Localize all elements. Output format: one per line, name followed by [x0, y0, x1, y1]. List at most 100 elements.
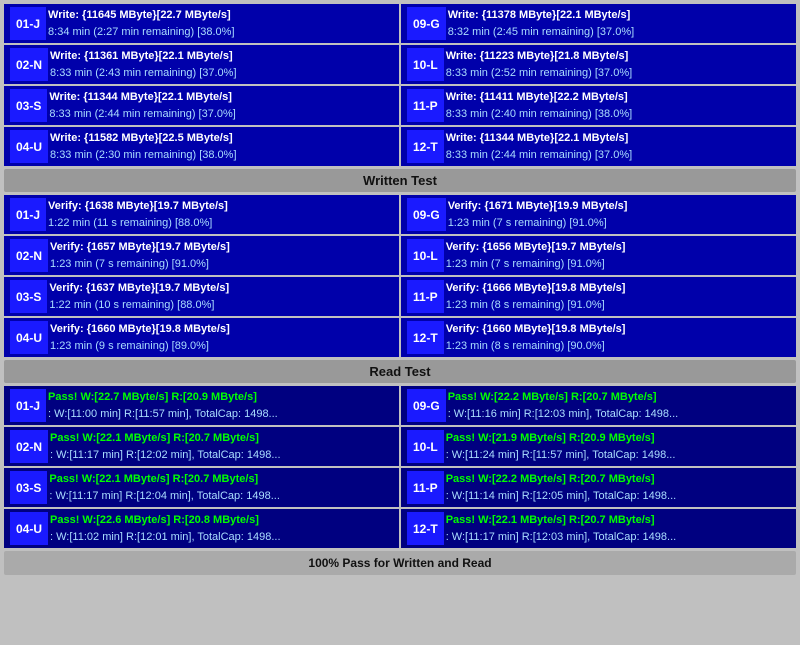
cell-line2: 8:33 min (2:40 min remaining) [38.0%]: [446, 106, 790, 123]
cell-line1: Verify: {1666 MByte}[19.8 MByte/s]: [446, 280, 790, 297]
cell-line2: 8:33 min (2:44 min remaining) [37.0%]: [446, 147, 790, 164]
cell-id-label: 11-P: [407, 471, 444, 504]
cell-content: Write: {11344 MByte}[22.1 MByte/s]8:33 m…: [49, 89, 393, 122]
cell-line1: Write: {11223 MByte}[21.8 MByte/s]: [446, 48, 790, 65]
cell-id-label: 12-T: [407, 512, 444, 545]
grid-cell: 10-LVerify: {1656 MByte}[19.7 MByte/s]1:…: [401, 236, 796, 275]
cell-id-label: 09-G: [407, 389, 446, 422]
cell-id-label: 10-L: [407, 239, 444, 272]
cell-content: Pass! W:[22.6 MByte/s] R:[20.8 MByte/s]:…: [50, 512, 393, 545]
cell-line2: 8:33 min (2:52 min remaining) [37.0%]: [446, 65, 790, 82]
cell-content: Pass! W:[22.2 MByte/s] R:[20.7 MByte/s]:…: [446, 471, 790, 504]
verify-section: 01-JVerify: {1638 MByte}[19.7 MByte/s] 1:…: [4, 195, 796, 383]
cell-line1: Write: {11344 MByte}[22.1 MByte/s]: [446, 130, 790, 147]
cell-id-label: 11-P: [407, 280, 444, 313]
cell-line1: Write: {11344 MByte}[22.1 MByte/s]: [49, 89, 393, 106]
grid-cell: 10-LWrite: {11223 MByte}[21.8 MByte/s]8:…: [401, 45, 796, 84]
cell-id-label: 02-N: [10, 430, 48, 463]
cell-line1: Verify: {1638 MByte}[19.7 MByte/s]: [48, 198, 393, 215]
cell-line2: 8:33 min (2:43 min remaining) [37.0%]: [50, 65, 393, 82]
cell-line2: 8:33 min (2:30 min remaining) [38.0%]: [50, 147, 393, 164]
grid-cell: 02-NVerify: {1657 MByte}[19.7 MByte/s]1:…: [4, 236, 399, 275]
cell-line1: Verify: {1657 MByte}[19.7 MByte/s]: [50, 239, 393, 256]
grid-cell: 04-UVerify: {1660 MByte}[19.8 MByte/s]1:…: [4, 318, 399, 357]
cell-content: Verify: {1657 MByte}[19.7 MByte/s]1:23 m…: [50, 239, 393, 272]
cell-content: Pass! W:[22.1 MByte/s] R:[20.7 MByte/s]:…: [50, 430, 393, 463]
cell-content: Verify: {1637 MByte}[19.7 MByte/s]1:22 m…: [49, 280, 393, 313]
cell-id-label: 02-N: [10, 48, 48, 81]
footer-status: 100% Pass for Written and Read: [4, 551, 796, 575]
grid-cell: 01-JWrite: {11645 MByte}[22.7 MByte/s]8:…: [4, 4, 399, 43]
cell-line2: 1:23 min (7 s remaining) [91.0%]: [446, 256, 790, 273]
grid-cell: 03-SVerify: {1637 MByte}[19.7 MByte/s]1:…: [4, 277, 399, 316]
read-test-header: Read Test: [4, 360, 796, 383]
grid-cell: 03-SPass! W:[22.1 MByte/s] R:[20.7 MByte…: [4, 468, 399, 507]
cell-content: Write: {11223 MByte}[21.8 MByte/s]8:33 m…: [446, 48, 790, 81]
write-section: 01-JWrite: {11645 MByte}[22.7 MByte/s]8:…: [4, 4, 796, 192]
grid-cell: 11-PWrite: {11411 MByte}[22.2 MByte/s]8:…: [401, 86, 796, 125]
cell-id-label: 01-J: [10, 198, 46, 231]
cell-line2: 8:32 min (2:45 min remaining) [37.0%]: [448, 24, 790, 41]
cell-id-label: 04-U: [10, 512, 48, 545]
cell-line2: : W:[11:17 min] R:[12:02 min], TotalCap:…: [50, 447, 393, 464]
cell-line2: 1:22 min (10 s remaining) [88.0%]: [49, 297, 393, 314]
grid-cell: 09-GWrite: {11378 MByte}[22.1 MByte/s]8:…: [401, 4, 796, 43]
main-container: 01-JWrite: {11645 MByte}[22.7 MByte/s]8:…: [0, 0, 800, 579]
grid-cell: 09-GVerify: {1671 MByte}[19.9 MByte/s]1:…: [401, 195, 796, 234]
cell-id-label: 03-S: [10, 89, 47, 122]
cell-content: Pass! W:[22.1 MByte/s] R:[20.7 MByte/s]:…: [49, 471, 393, 504]
cell-id-label: 03-S: [10, 280, 47, 313]
grid-cell: 04-UPass! W:[22.6 MByte/s] R:[20.8 MByte…: [4, 509, 399, 548]
grid-cell: 11-PPass! W:[22.2 MByte/s] R:[20.7 MByte…: [401, 468, 796, 507]
cell-line2: : W:[11:16 min] R:[12:03 min], TotalCap:…: [448, 406, 790, 423]
cell-content: Write: {11378 MByte}[22.1 MByte/s]8:32 m…: [448, 7, 790, 40]
cell-content: Verify: {1660 MByte}[19.8 MByte/s]1:23 m…: [446, 321, 790, 354]
cell-line1: Verify: {1660 MByte}[19.8 MByte/s]: [50, 321, 393, 338]
cell-line2: : W:[11:02 min] R:[12:01 min], TotalCap:…: [50, 529, 393, 546]
cell-line1: Verify: {1656 MByte}[19.7 MByte/s]: [446, 239, 790, 256]
cell-id-label: 04-U: [10, 321, 48, 354]
cell-line2: 1:23 min (7 s remaining) [91.0%]: [448, 215, 790, 232]
cell-content: Write: {11344 MByte}[22.1 MByte/s]8:33 m…: [446, 130, 790, 163]
grid-cell: 11-PVerify: {1666 MByte}[19.8 MByte/s]1:…: [401, 277, 796, 316]
cell-id-label: 01-J: [10, 7, 46, 40]
write-grid: 01-JWrite: {11645 MByte}[22.7 MByte/s]8:…: [4, 4, 796, 166]
cell-line1: Write: {11378 MByte}[22.1 MByte/s]: [448, 7, 790, 24]
cell-content: Pass! W:[22.1 MByte/s] R:[20.7 MByte/s]:…: [446, 512, 790, 545]
cell-line2: 8:34 min (2:27 min remaining) [38.0%]: [48, 24, 393, 41]
cell-id-label: 12-T: [407, 321, 444, 354]
cell-id-label: 04-U: [10, 130, 48, 163]
cell-line1: Pass! W:[22.1 MByte/s] R:[20.7 MByte/s]: [446, 512, 790, 529]
cell-line2: : W:[11:17 min] R:[12:03 min], TotalCap:…: [446, 529, 790, 546]
cell-line1: Verify: {1637 MByte}[19.7 MByte/s]: [49, 280, 393, 297]
cell-content: Write: {11361 MByte}[22.1 MByte/s]8:33 m…: [50, 48, 393, 81]
cell-line1: Write: {11361 MByte}[22.1 MByte/s]: [50, 48, 393, 65]
cell-id-label: 09-G: [407, 198, 446, 231]
cell-content: Write: {11582 MByte}[22.5 MByte/s]8:33 m…: [50, 130, 393, 163]
cell-line2: : W:[11:17 min] R:[12:04 min], TotalCap:…: [49, 488, 393, 505]
cell-line2: 8:33 min (2:44 min remaining) [37.0%]: [49, 106, 393, 123]
pass-grid: 01-JPass! W:[22.7 MByte/s] R:[20.9 MByte…: [4, 386, 796, 548]
cell-line1: Pass! W:[21.9 MByte/s] R:[20.9 MByte/s]: [446, 430, 790, 447]
cell-line1: Write: {11411 MByte}[22.2 MByte/s]: [446, 89, 790, 106]
cell-line2: 1:23 min (8 s remaining) [91.0%]: [446, 297, 790, 314]
grid-cell: 10-LPass! W:[21.9 MByte/s] R:[20.9 MByte…: [401, 427, 796, 466]
cell-content: Write: {11645 MByte}[22.7 MByte/s]8:34 m…: [48, 7, 393, 40]
cell-id-label: 02-N: [10, 239, 48, 272]
grid-cell: 04-UWrite: {11582 MByte}[22.5 MByte/s]8:…: [4, 127, 399, 166]
cell-id-label: 03-S: [10, 471, 47, 504]
cell-line1: Pass! W:[22.1 MByte/s] R:[20.7 MByte/s]: [49, 471, 393, 488]
cell-id-label: 11-P: [407, 89, 444, 122]
cell-content: Pass! W:[22.7 MByte/s] R:[20.9 MByte/s]:…: [48, 389, 393, 422]
cell-content: Verify: {1660 MByte}[19.8 MByte/s]1:23 m…: [50, 321, 393, 354]
grid-cell: 01-JPass! W:[22.7 MByte/s] R:[20.9 MByte…: [4, 386, 399, 425]
cell-line1: Pass! W:[22.2 MByte/s] R:[20.7 MByte/s]: [448, 389, 790, 406]
cell-line1: Pass! W:[22.6 MByte/s] R:[20.8 MByte/s]: [50, 512, 393, 529]
verify-grid: 01-JVerify: {1638 MByte}[19.7 MByte/s] 1:…: [4, 195, 796, 357]
cell-line1: Pass! W:[22.7 MByte/s] R:[20.9 MByte/s]: [48, 389, 393, 406]
cell-content: Verify: {1671 MByte}[19.9 MByte/s]1:23 m…: [448, 198, 790, 231]
cell-line2: : W:[11:24 min] R:[11:57 min], TotalCap:…: [446, 447, 790, 464]
cell-line1: Pass! W:[22.1 MByte/s] R:[20.7 MByte/s]: [50, 430, 393, 447]
grid-cell: 01-JVerify: {1638 MByte}[19.7 MByte/s]1:…: [4, 195, 399, 234]
cell-line2: 1:23 min (7 s remaining) [91.0%]: [50, 256, 393, 273]
